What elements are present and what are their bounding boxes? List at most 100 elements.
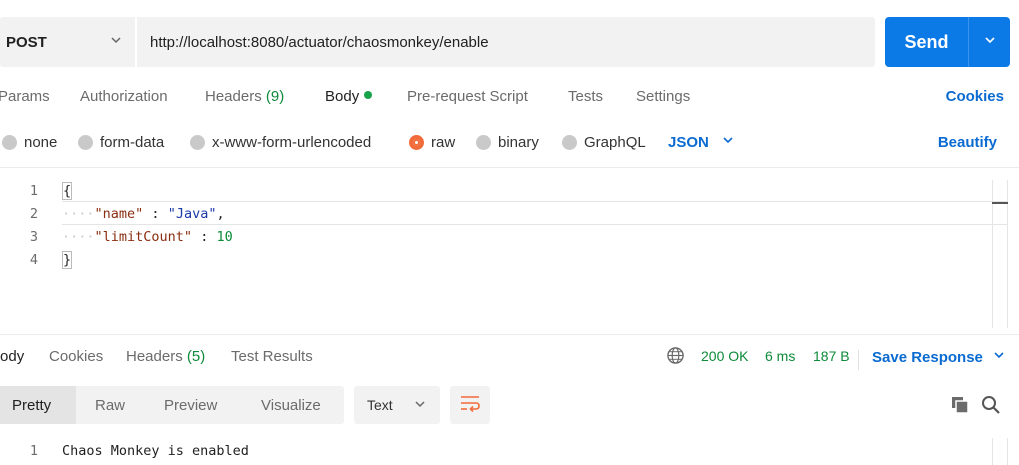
divider bbox=[0, 167, 1019, 168]
resp-tab-headers[interactable]: Headers (5) bbox=[126, 348, 205, 365]
open-brace: { bbox=[62, 181, 73, 200]
json-key: "name" bbox=[94, 205, 144, 222]
response-body-line: 1 Chaos Monkey is enabled bbox=[0, 440, 1000, 462]
tab-pre-request-script[interactable]: Pre-request Script bbox=[407, 88, 528, 105]
tab-headers[interactable]: Headers (9) bbox=[205, 88, 284, 105]
response-time[interactable]: 6 ms bbox=[765, 348, 795, 364]
line-number: 2 bbox=[29, 205, 38, 222]
scrollbar-cursor-marker bbox=[992, 202, 1008, 204]
response-text: Chaos Monkey is enabled bbox=[62, 443, 249, 459]
json-comma: , bbox=[216, 205, 225, 222]
json-separator: : bbox=[192, 228, 217, 245]
json-key: "limitCount" bbox=[94, 228, 193, 245]
radio-circle bbox=[562, 135, 577, 150]
url-input[interactable]: http://localhost:8080/actuator/chaosmonk… bbox=[137, 17, 875, 67]
tab-tests[interactable]: Tests bbox=[568, 88, 603, 105]
wrap-lines-icon bbox=[459, 394, 481, 416]
search-icon[interactable] bbox=[981, 395, 1001, 419]
tab-body[interactable]: Body bbox=[325, 88, 373, 105]
tab-headers-label: Headers bbox=[205, 88, 262, 105]
save-response-label: Save Response bbox=[872, 348, 983, 366]
response-size[interactable]: 187 B bbox=[813, 348, 850, 364]
editor-line: 3 ····"limitCount" : 10 bbox=[0, 225, 1007, 248]
url-bar: POST http://localhost:8080/actuator/chao… bbox=[0, 17, 875, 67]
save-response-button[interactable]: Save Response bbox=[872, 348, 1006, 366]
view-visualize[interactable]: Visualize bbox=[241, 386, 344, 424]
divider bbox=[0, 334, 1019, 335]
radio-label: raw bbox=[431, 134, 456, 151]
resp-tab-body[interactable]: Body bbox=[0, 348, 24, 365]
line-number: 3 bbox=[29, 228, 38, 245]
chevron-down-icon bbox=[983, 33, 997, 51]
headers-count: (9) bbox=[265, 88, 285, 105]
tab-authorization[interactable]: Authorization bbox=[80, 88, 168, 105]
view-preview[interactable]: Preview bbox=[144, 386, 241, 424]
cookies-link[interactable]: Cookies bbox=[946, 88, 1004, 105]
resp-tab-cookies[interactable]: Cookies bbox=[49, 348, 103, 365]
radio-form-data[interactable]: form-data bbox=[78, 134, 164, 151]
copy-icon[interactable] bbox=[950, 395, 970, 419]
json-separator: : bbox=[143, 205, 168, 222]
radio-binary[interactable]: binary bbox=[476, 134, 539, 151]
beautify-link[interactable]: Beautify bbox=[938, 134, 997, 151]
line-number: 1 bbox=[29, 443, 38, 459]
indent-guide: ···· bbox=[62, 205, 95, 222]
wrap-lines-button[interactable] bbox=[450, 386, 490, 424]
radio-urlencoded[interactable]: x-www-form-urlencoded bbox=[190, 134, 371, 151]
chevron-down-icon bbox=[109, 33, 123, 51]
code-text: } bbox=[62, 250, 73, 269]
send-button-group: Send bbox=[885, 17, 1010, 67]
code-editor[interactable]: 1 { 2 ····"name" : "Java", 3 ····"limitC… bbox=[0, 178, 1010, 328]
editor-line: 1 { bbox=[0, 179, 1007, 202]
format-label: JSON bbox=[668, 133, 709, 151]
response-tabs: Body Cookies Headers (5) Test Results 20… bbox=[0, 338, 1019, 374]
radio-circle-checked bbox=[409, 135, 424, 150]
radio-graphql[interactable]: GraphQL bbox=[562, 134, 646, 151]
status-code[interactable]: 200 OK bbox=[701, 348, 748, 364]
tab-settings[interactable]: Settings bbox=[636, 88, 690, 105]
globe-icon[interactable] bbox=[666, 346, 685, 365]
resp-tab-test-results[interactable]: Test Results bbox=[231, 348, 313, 365]
editor-line: 4 } bbox=[0, 248, 1007, 271]
code-text: ····"name" : "Java", bbox=[62, 206, 225, 222]
method-select[interactable]: POST bbox=[0, 17, 137, 67]
radio-raw[interactable]: raw bbox=[409, 134, 455, 151]
code-text: { bbox=[62, 181, 73, 200]
vertical-divider bbox=[858, 350, 859, 370]
response-scrollbar[interactable] bbox=[992, 438, 1008, 465]
format-select[interactable]: JSON bbox=[668, 133, 735, 151]
chevron-down-icon bbox=[413, 397, 427, 414]
request-tabs: Params Authorization Headers (9) Body Pr… bbox=[0, 78, 1019, 116]
resp-headers-count: (5) bbox=[186, 348, 206, 365]
chevron-down-icon bbox=[721, 133, 735, 151]
radio-circle bbox=[2, 135, 17, 150]
radio-circle bbox=[78, 135, 93, 150]
resp-tab-headers-label: Headers bbox=[126, 348, 183, 365]
radio-label: binary bbox=[498, 134, 539, 151]
radio-label: x-www-form-urlencoded bbox=[212, 134, 372, 151]
view-raw[interactable]: Raw bbox=[76, 386, 144, 424]
line-number: 4 bbox=[29, 251, 38, 268]
body-type-row: none form-data x-www-form-urlencoded raw… bbox=[0, 124, 1019, 162]
response-format-label: Text bbox=[367, 397, 393, 413]
radio-none[interactable]: none bbox=[2, 134, 57, 151]
view-pretty[interactable]: Pretty bbox=[0, 386, 76, 424]
radio-label: none bbox=[24, 134, 58, 151]
radio-label: form-data bbox=[100, 134, 165, 151]
code-text: ····"limitCount" : 10 bbox=[62, 229, 233, 245]
method-label: POST bbox=[6, 33, 47, 51]
radio-label: GraphQL bbox=[584, 134, 646, 151]
line-number: 1 bbox=[29, 182, 38, 199]
tab-params[interactable]: Params bbox=[0, 88, 50, 105]
send-options-button[interactable] bbox=[969, 17, 1010, 67]
chevron-down-icon bbox=[992, 348, 1006, 366]
response-format-select[interactable]: Text bbox=[354, 386, 440, 424]
indent-guide: ···· bbox=[62, 228, 95, 245]
json-value: 10 bbox=[216, 228, 233, 245]
tab-body-label: Body bbox=[325, 88, 360, 105]
view-mode-group: Pretty Raw Preview Visualize bbox=[0, 386, 344, 424]
close-brace: } bbox=[62, 250, 73, 269]
body-indicator-dot bbox=[364, 91, 373, 99]
radio-circle bbox=[476, 135, 491, 150]
send-button[interactable]: Send bbox=[885, 17, 969, 67]
